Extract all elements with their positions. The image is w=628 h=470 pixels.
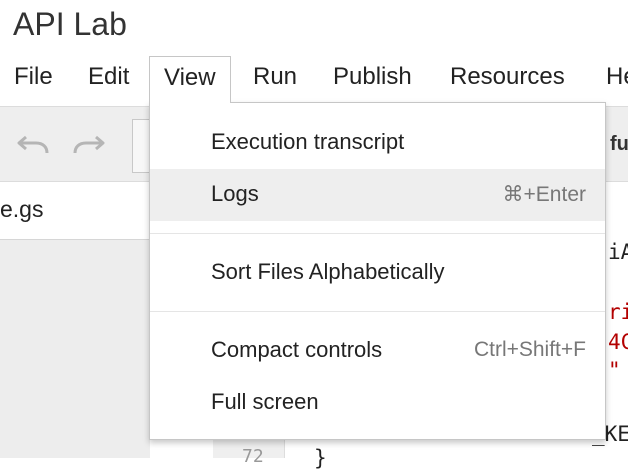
code-fragment: ri [608, 300, 628, 324]
code-fragment: } [314, 446, 327, 470]
menu-item-logs[interactable]: Logs ⌘+Enter [150, 169, 605, 221]
menu-item-compact-controls[interactable]: Compact controls Ctrl+Shift+F [150, 325, 605, 377]
code-fragment: 4C [608, 330, 628, 354]
menu-item-full-screen[interactable]: Full screen [150, 377, 605, 429]
menu-item-shortcut: ⌘+Enter [502, 183, 586, 206]
menu-view[interactable]: View [149, 56, 231, 103]
function-select[interactable]: fu [610, 133, 628, 156]
file-panel: e.gs [0, 182, 150, 458]
menu-resources[interactable]: Resources [450, 56, 565, 100]
redo-icon[interactable] [70, 131, 106, 159]
menu-item-label: Compact controls [211, 337, 383, 362]
menu-help[interactable]: He [606, 56, 628, 100]
undo-icon[interactable] [16, 131, 52, 159]
app-title: API Lab [13, 6, 127, 42]
menubar: File Edit View Run Publish Resources He [0, 56, 628, 103]
menu-item-shortcut: Ctrl+Shift+F [473, 338, 586, 361]
menu-divider [150, 233, 605, 234]
menu-item-label: Full screen [211, 389, 319, 414]
view-menu-dropdown: Execution transcript Logs ⌘+Enter Sort F… [149, 102, 606, 440]
menu-divider [150, 311, 605, 312]
file-name: e.gs [0, 196, 44, 222]
file-item[interactable]: e.gs [0, 182, 150, 240]
menu-item-sort-files[interactable]: Sort Files Alphabetically [150, 247, 605, 299]
menu-publish[interactable]: Publish [333, 56, 412, 100]
menu-item-label: Sort Files Alphabetically [211, 259, 445, 284]
code-fragment: " [608, 358, 621, 382]
menu-edit[interactable]: Edit [88, 56, 129, 100]
menu-item-label: Execution transcript [211, 129, 405, 154]
code-fragment: iA [608, 240, 628, 264]
menu-run[interactable]: Run [253, 56, 297, 100]
menu-item-label: Logs [211, 181, 259, 206]
menu-file[interactable]: File [14, 56, 53, 100]
menu-item-execution-transcript[interactable]: Execution transcript [150, 117, 605, 169]
line-number: 72 [242, 446, 264, 467]
